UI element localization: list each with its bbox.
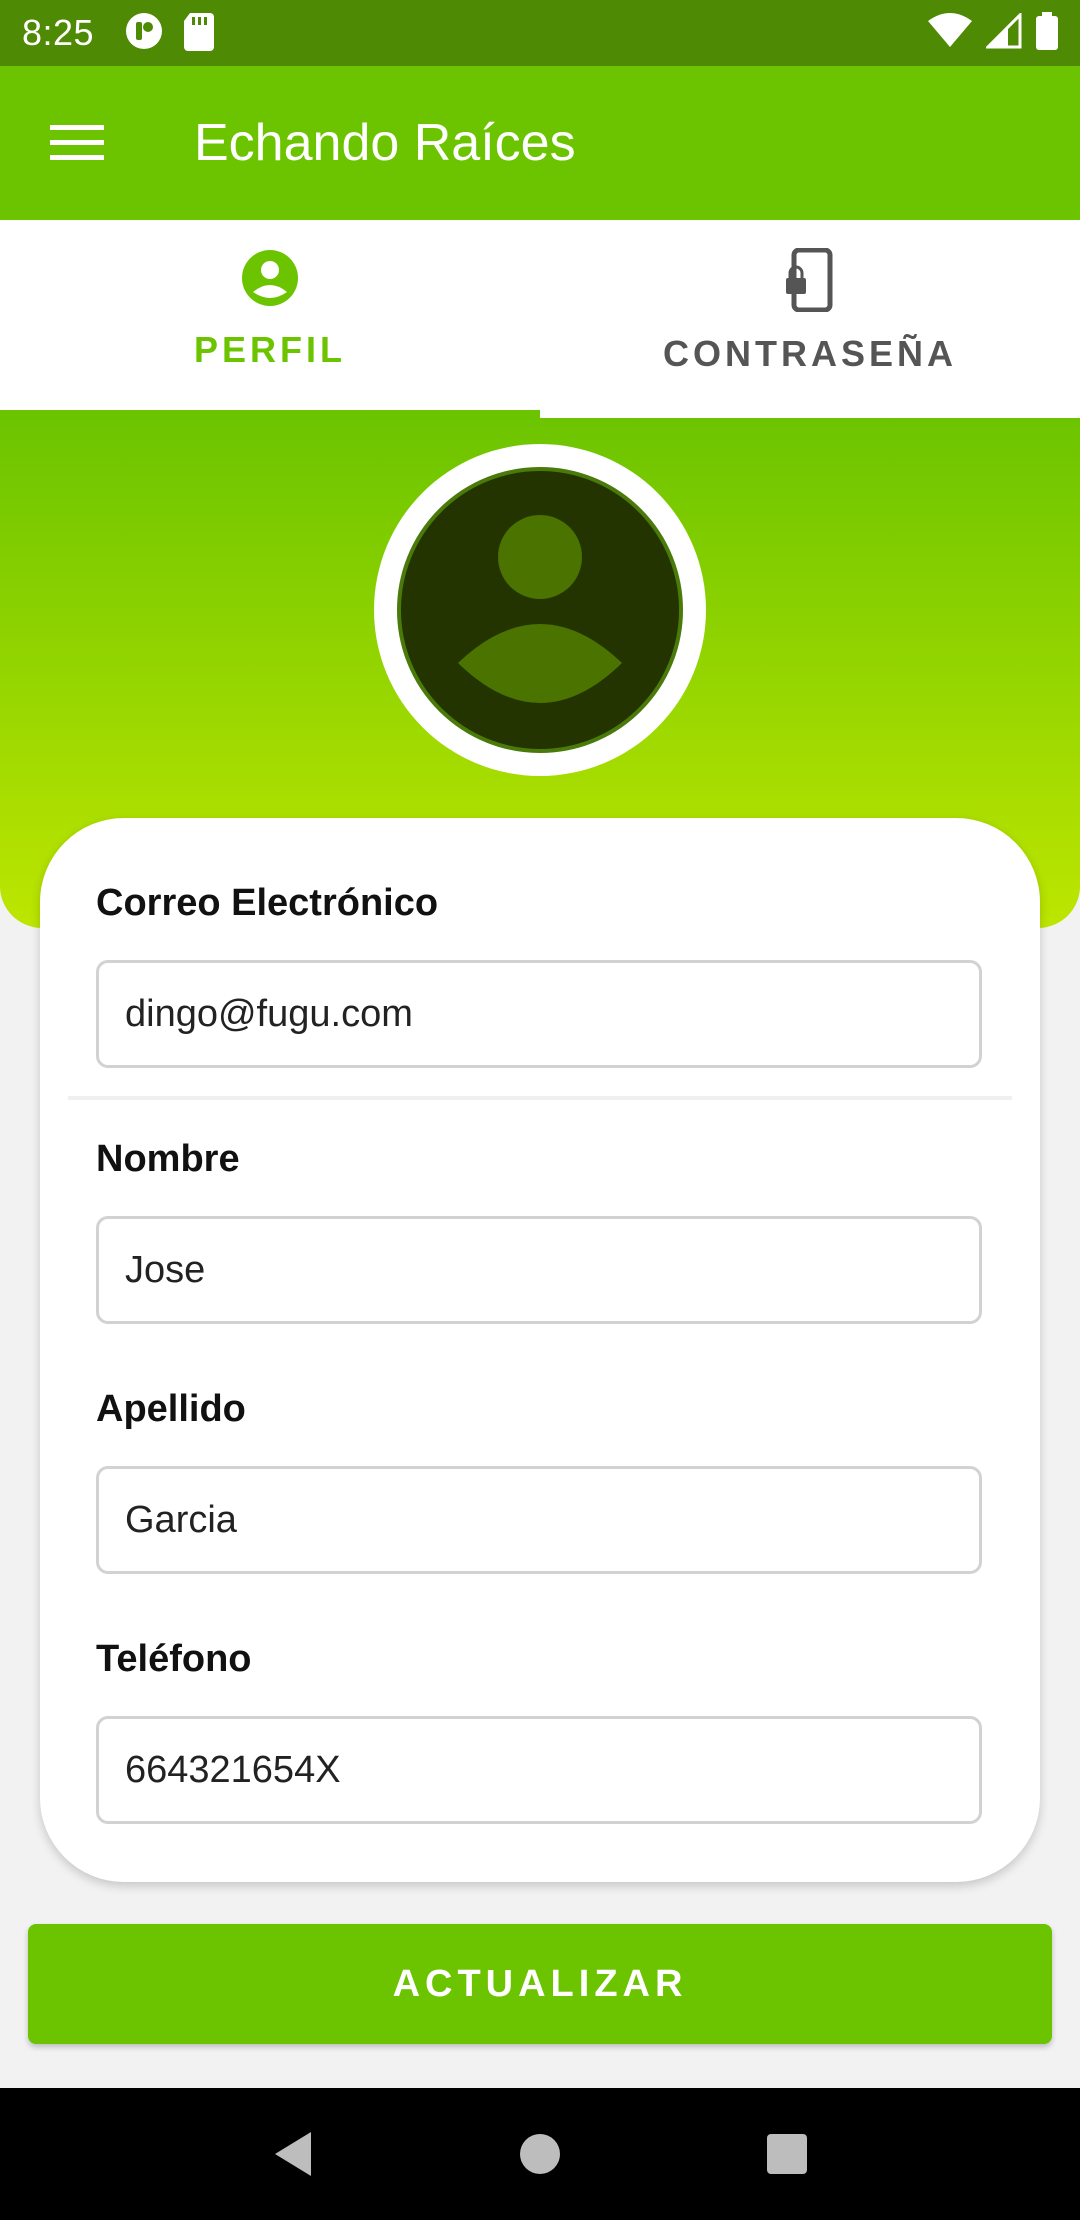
phone-lock-icon [784, 247, 836, 317]
battery-icon [1036, 11, 1058, 55]
first-name-label: Nombre [96, 1138, 240, 1180]
last-name-label: Apellido [96, 1388, 246, 1430]
recents-icon[interactable] [747, 2114, 827, 2194]
last-name-field[interactable]: Garcia [96, 1466, 982, 1574]
tab-indicator [0, 410, 540, 418]
notification-icon [124, 11, 164, 56]
tab-perfil[interactable]: PERFIL [0, 220, 540, 418]
tab-bar: PERFIL CONTRASEÑA [0, 220, 1080, 418]
status-right-icons [928, 10, 1058, 55]
tab-perfil-label: PERFIL [193, 329, 346, 370]
phone-field[interactable]: 664321654X [96, 1716, 982, 1824]
system-nav-bar [0, 2088, 1080, 2220]
avatar-ring[interactable] [374, 444, 706, 776]
sd-card-icon [182, 11, 216, 56]
tab-contrasena-label: CONTRASEÑA [662, 333, 957, 374]
user-avatar-icon [458, 515, 622, 703]
status-bar: 8:25 [0, 0, 1080, 66]
signal-icon [984, 10, 1022, 54]
email-field[interactable]: dingo@fugu.com [96, 960, 982, 1068]
back-icon[interactable] [253, 2114, 333, 2194]
divider [68, 1096, 1012, 1100]
avatar [397, 467, 683, 753]
first-name-field[interactable]: Jose [96, 1216, 982, 1324]
home-icon[interactable] [500, 2114, 580, 2194]
wifi-icon [928, 12, 972, 54]
profile-form-card: Correo Electrónico dingo@fugu.com Nombre… [40, 818, 1040, 1882]
status-left-icons [124, 11, 216, 56]
account-circle-icon [240, 248, 300, 313]
email-label: Correo Electrónico [96, 882, 439, 924]
update-button[interactable]: ACTUALIZAR [28, 1924, 1052, 2044]
app-title: Echando Raíces [194, 114, 576, 172]
screen: 8:25 Echando Raíces PERFIL CONTRASEÑA Co… [0, 0, 1080, 2220]
hamburger-menu-icon[interactable] [38, 104, 116, 182]
app-bar: Echando Raíces [0, 66, 1080, 220]
tab-contrasena[interactable]: CONTRASEÑA [540, 220, 1080, 418]
status-time: 8:25 [22, 12, 95, 53]
phone-label: Teléfono [96, 1638, 252, 1680]
